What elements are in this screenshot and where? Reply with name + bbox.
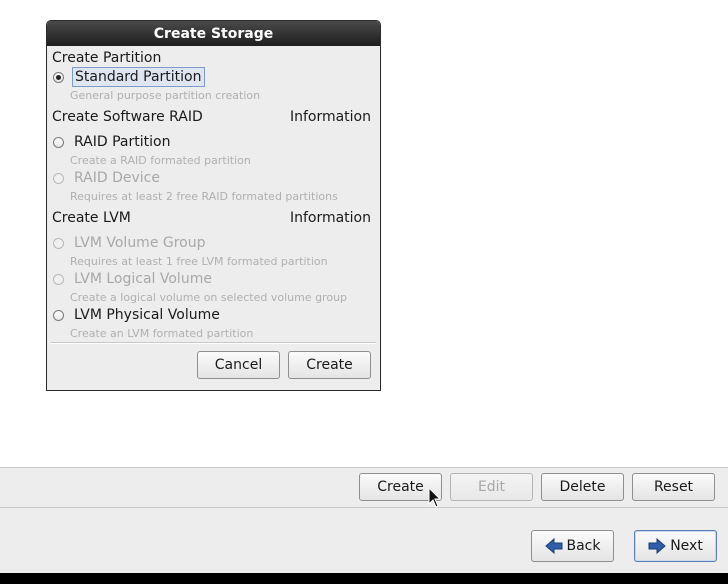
raid-partition-description: Create a RAID formated partition: [70, 154, 251, 167]
cancel-button[interactable]: Cancel: [197, 351, 280, 379]
lvm-logical-volume-option: LVM Logical Volume: [53, 269, 214, 289]
standard-partition-description: General purpose partition creation: [70, 89, 261, 102]
create-partition-heading: Create Partition: [52, 50, 162, 66]
standard-partition-label[interactable]: Standard Partition: [72, 67, 205, 87]
lvm-volume-group-label: LVM Volume Group: [74, 235, 206, 251]
lvm-physical-volume-label[interactable]: LVM Physical Volume: [72, 306, 222, 324]
raid-device-description: Requires at least 2 free RAID formated p…: [70, 190, 338, 203]
lvm-logical-volume-radio: [53, 273, 64, 285]
dialog-create-button[interactable]: Create: [288, 351, 371, 379]
lvm-volume-group-option: LVM Volume Group: [53, 233, 208, 253]
standard-partition-option[interactable]: Standard Partition: [53, 67, 205, 87]
create-lvm-heading: Create LVM: [52, 210, 131, 226]
lvm-volume-group-radio: [53, 237, 64, 249]
lvm-volume-group-description: Requires at least 1 free LVM formated pa…: [70, 255, 328, 268]
screen-bottom-edge: [0, 573, 728, 584]
reset-button[interactable]: Reset: [632, 473, 715, 501]
dialog-title: Create Storage: [153, 25, 274, 42]
lvm-logical-volume-label: LVM Logical Volume: [74, 271, 212, 287]
lvm-physical-volume-description: Create an LVM formated partition: [70, 327, 254, 340]
dialog-titlebar[interactable]: Create Storage: [47, 21, 380, 46]
right-arrow-icon: [648, 538, 666, 554]
raid-information-label: Information: [289, 109, 371, 125]
raid-partition-option[interactable]: RAID Partition: [53, 132, 172, 152]
raid-partition-radio[interactable]: [53, 136, 64, 148]
mouse-pointer-icon: [428, 487, 442, 508]
back-button[interactable]: Back: [531, 530, 614, 562]
edit-button[interactable]: Edit: [450, 473, 533, 501]
lvm-information-label: Information: [289, 210, 371, 226]
navigation-bar: [0, 507, 728, 574]
create-storage-dialog: Create Storage Create Partition Standard…: [46, 20, 381, 391]
delete-button[interactable]: Delete: [541, 473, 624, 501]
raid-device-radio: [53, 172, 64, 184]
create-raid-heading: Create Software RAID: [52, 109, 203, 125]
lvm-physical-volume-radio[interactable]: [53, 309, 64, 321]
raid-partition-label[interactable]: RAID Partition: [72, 133, 172, 151]
lvm-logical-volume-description: Create a logical volume on selected volu…: [70, 291, 348, 304]
raid-device-label: RAID Device: [74, 170, 160, 186]
dialog-separator: [51, 342, 376, 344]
lvm-physical-volume-option[interactable]: LVM Physical Volume: [53, 305, 222, 325]
standard-partition-radio[interactable]: [53, 71, 64, 83]
raid-device-option: RAID Device: [53, 168, 162, 188]
next-button[interactable]: Next: [634, 530, 717, 562]
left-arrow-icon: [544, 538, 562, 554]
